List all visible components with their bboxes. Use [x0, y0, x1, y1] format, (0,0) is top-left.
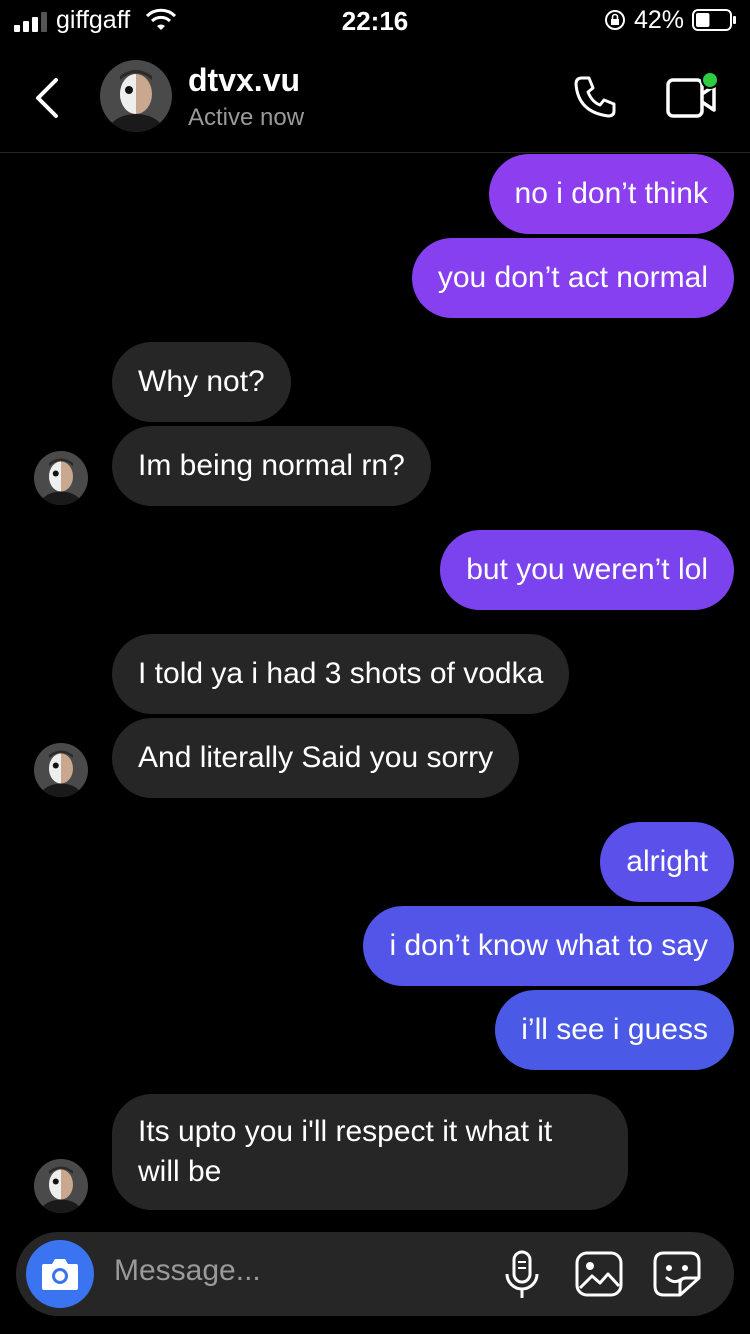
sender-avatar[interactable]	[34, 743, 88, 797]
message-incoming[interactable]: I told ya i had 3 shots of vodka	[112, 634, 570, 714]
microphone-icon[interactable]	[504, 1250, 540, 1300]
status-bar: giffgaff 22:16 42%	[0, 0, 750, 44]
message-outgoing[interactable]: no i don’t think	[488, 154, 734, 234]
message-outgoing[interactable]: but you weren’t lol	[440, 530, 734, 610]
message-outgoing[interactable]: i don’t know what to say	[363, 906, 734, 986]
sticker-icon[interactable]	[652, 1250, 702, 1298]
message-input[interactable]: Message...	[114, 1254, 261, 1288]
sender-avatar[interactable]	[34, 1159, 88, 1213]
active-indicator	[701, 71, 719, 89]
message-incoming[interactable]: And literally Said you sorry	[112, 718, 520, 798]
gallery-icon[interactable]	[574, 1250, 624, 1298]
message-incoming[interactable]: Its upto you i'll respect it what it wil…	[112, 1094, 628, 1210]
camera-icon	[42, 1259, 78, 1290]
video-call-icon[interactable]	[664, 70, 720, 122]
avatar[interactable]	[100, 60, 172, 132]
orientation-lock-icon	[605, 10, 625, 30]
username[interactable]: dtvx.vu	[188, 62, 300, 99]
message-composer[interactable]: Message...	[16, 1232, 734, 1316]
phone-icon[interactable]	[572, 74, 618, 120]
camera-button[interactable]	[26, 1240, 94, 1308]
active-status: Active now	[188, 104, 305, 131]
back-chevron-icon[interactable]	[30, 76, 62, 120]
message-outgoing[interactable]: i’ll see i guess	[495, 990, 734, 1070]
chat-header: dtvx.vu Active now	[0, 44, 750, 153]
battery-icon	[692, 9, 736, 31]
message-incoming[interactable]: Im being normal rn?	[112, 426, 431, 506]
message-outgoing[interactable]: you don’t act normal	[411, 238, 734, 318]
sender-avatar[interactable]	[34, 451, 88, 505]
message-incoming[interactable]: Why not?	[112, 342, 291, 422]
battery-percentage: 42%	[634, 6, 685, 34]
message-outgoing[interactable]: alright	[600, 822, 734, 902]
